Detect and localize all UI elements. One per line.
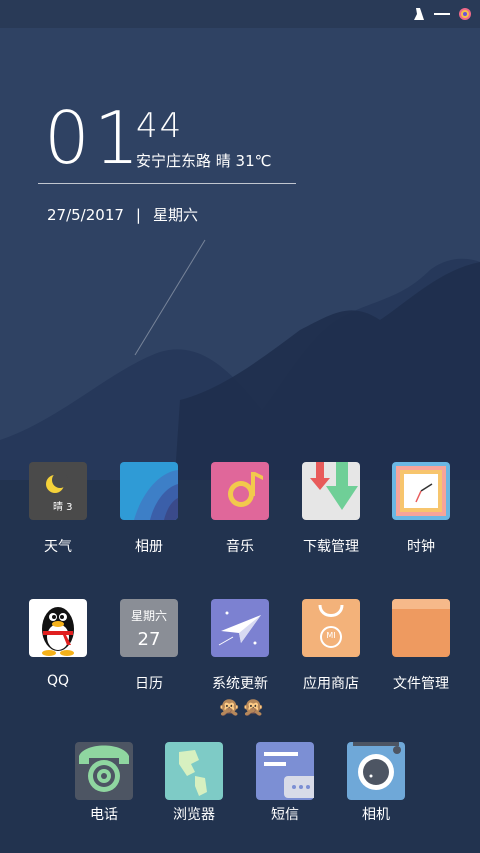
app-weather[interactable]: 晴 3 天气	[18, 462, 98, 556]
phone-icon	[75, 742, 133, 800]
calendar-icon-weekday: 星期六	[130, 609, 167, 623]
qq-penguin-icon	[29, 599, 87, 657]
app-music[interactable]: 音乐	[200, 462, 280, 556]
app-label: 下载管理	[303, 539, 359, 555]
status-target-icon	[459, 8, 471, 20]
date-separator: |	[135, 206, 141, 224]
weather-icon: 晴 3	[29, 462, 87, 520]
dock-label: 短信	[271, 807, 299, 823]
app-label: 音乐	[226, 539, 254, 555]
dock-label: 浏览器	[173, 807, 215, 823]
music-icon	[211, 462, 269, 520]
dock-camera[interactable]: 相机	[336, 742, 416, 824]
calendar-icon: 星期六 27	[120, 599, 178, 657]
dock-label: 电话	[90, 807, 118, 823]
message-icon	[256, 742, 318, 800]
clock-divider	[38, 183, 296, 184]
gallery-icon	[120, 462, 178, 520]
mi-store-bag-icon: MI	[302, 599, 360, 657]
app-file-manager[interactable]: 文件管理	[381, 599, 461, 693]
clock-icon	[392, 462, 450, 520]
date-text: 27/5/2017	[47, 206, 124, 224]
browser-map-icon	[165, 742, 223, 800]
app-label: 应用商店	[303, 676, 359, 692]
app-label: QQ	[46, 673, 70, 689]
clock-hour: 01	[44, 96, 144, 180]
dock-label: 相机	[362, 807, 390, 823]
folder-icon	[392, 599, 450, 657]
calendar-icon-day: 27	[137, 629, 161, 650]
paper-plane-icon	[211, 599, 269, 657]
camera-icon	[347, 742, 405, 800]
app-calendar[interactable]: 星期六 27 日历	[109, 599, 189, 693]
page-indicator[interactable]: 🙊🙊	[218, 697, 267, 718]
store-icon-text: MI	[326, 631, 336, 640]
dock-messages[interactable]: 短信	[245, 742, 325, 824]
download-icon	[302, 462, 360, 520]
app-clock[interactable]: 时钟	[381, 462, 461, 556]
app-label: 时钟	[407, 539, 435, 555]
status-app-icon	[414, 8, 424, 20]
app-gallery[interactable]: 相册	[109, 462, 189, 556]
dock-phone[interactable]: 电话	[64, 742, 144, 824]
weekday-text: 星期六	[152, 206, 198, 224]
app-label: 文件管理	[393, 676, 449, 692]
clock-minute: 44	[136, 106, 184, 146]
app-download-manager[interactable]: 下载管理	[291, 462, 371, 556]
app-qq[interactable]: QQ	[18, 599, 98, 689]
status-bar	[0, 0, 480, 28]
weather-icon-text: 晴 3	[53, 502, 73, 513]
clock-date-row: 27/5/2017 | 星期六	[47, 204, 198, 225]
dock-browser[interactable]: 浏览器	[154, 742, 234, 824]
app-label: 天气	[44, 539, 72, 555]
status-line-icon	[434, 13, 450, 15]
location-weather: 安宁庄东路 晴 31℃	[136, 152, 272, 170]
app-store[interactable]: MI 应用商店	[291, 599, 371, 693]
app-label: 系统更新	[212, 676, 268, 692]
app-label: 相册	[135, 539, 163, 555]
app-system-update[interactable]: 系统更新	[200, 599, 280, 693]
app-label: 日历	[135, 676, 163, 692]
